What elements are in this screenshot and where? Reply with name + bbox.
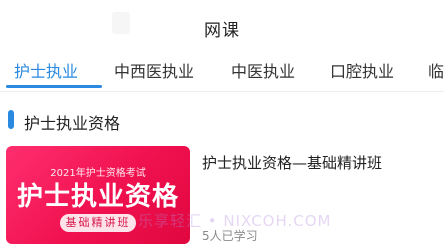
page-title: 网课 xyxy=(204,21,240,41)
tab-clinical[interactable]: 临 xyxy=(428,58,444,82)
title-bar: 网课 xyxy=(0,0,444,50)
tab-dental[interactable]: 口腔执业 xyxy=(330,58,394,82)
cover-headline: 护士执业资格 xyxy=(16,182,179,212)
tab-chinese-medicine[interactable]: 中医执业 xyxy=(231,58,295,82)
section-marker xyxy=(8,110,14,129)
course-title[interactable]: 护士执业资格—基础精讲班 xyxy=(202,152,382,173)
tab-integrated-medicine[interactable]: 中西医执业 xyxy=(114,58,194,82)
active-tab-indicator xyxy=(6,85,102,88)
tab-nurse[interactable]: 护士执业 xyxy=(14,58,78,82)
section-title: 护士执业资格 xyxy=(24,114,121,133)
cover-badge: 基础精讲班 xyxy=(60,214,136,232)
category-tabs: 护士执业 中西医执业 中医执业 口腔执业 临 xyxy=(0,50,444,92)
learner-count: 5人已学习 xyxy=(202,229,258,243)
